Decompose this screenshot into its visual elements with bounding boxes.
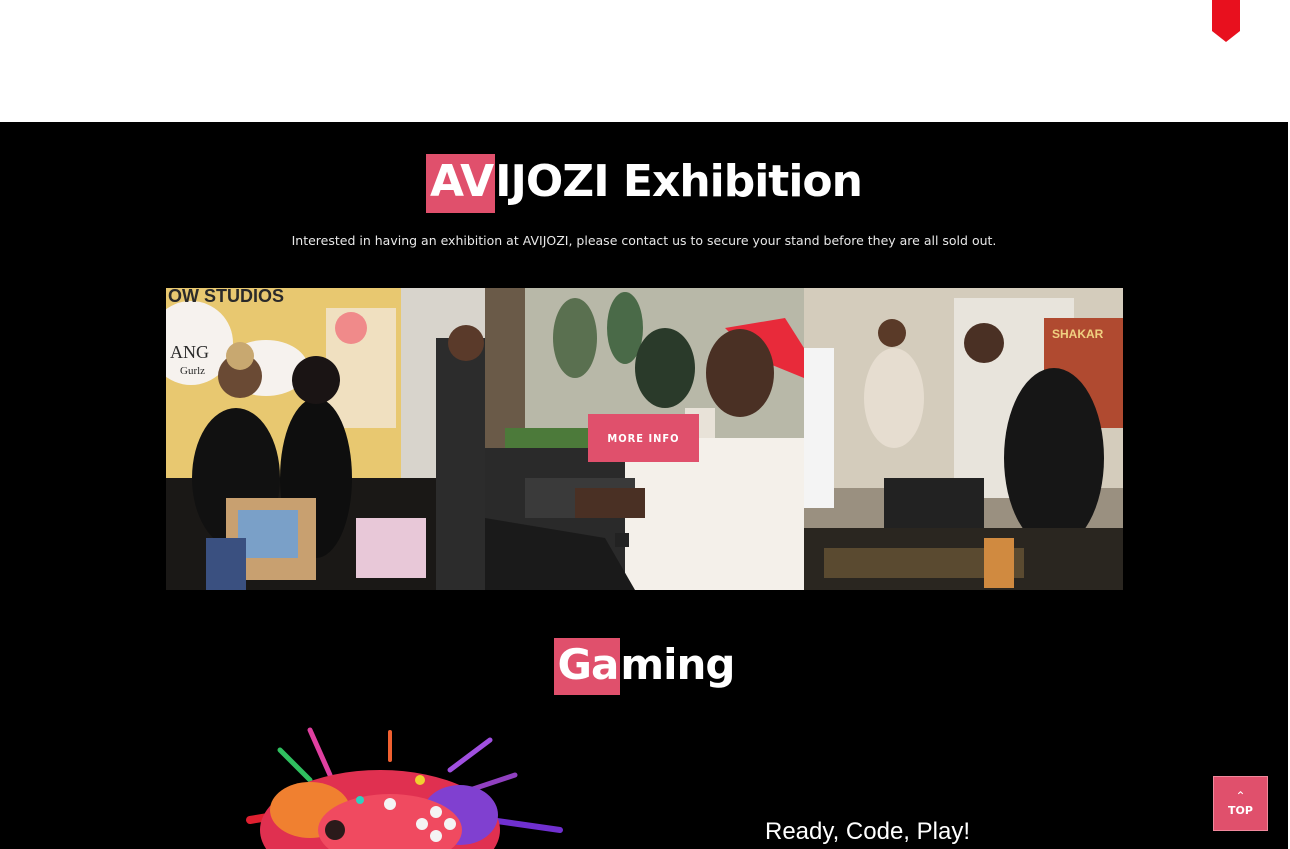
back-to-top-label: TOP [1228,804,1253,817]
gallery-photo-studio-booth[interactable]: OW STUDIOS ANG Gurlz [166,288,485,590]
bookmark-icon[interactable] [1212,0,1240,42]
exhibition-title: AVIJOZI Exhibition [0,154,1288,213]
exhibition-intro: Interested in having an exhibition at AV… [291,233,997,248]
gallery-photo-vendor-table[interactable]: SHAKAR [804,288,1123,590]
exhibition-title-highlight: AV [426,154,496,213]
gaming-title-rest: ming [620,640,735,689]
back-to-top-button[interactable]: ⌃ TOP [1213,776,1268,831]
gaming-title-highlight: Ga [553,638,621,695]
booth-sign-text: OW STUDIOS [168,288,284,306]
gaming-controller-splash-image [246,727,563,849]
gaming-title: Gaming [0,638,1288,695]
site-header [0,0,1290,122]
exhibition-title-rest: IJOZI Exhibition [495,156,863,207]
gaming-tagline: Ready, Code, Play! [765,818,970,845]
chevron-up-icon: ⌃ [1235,789,1246,803]
booth-board-text: ANG [170,342,209,362]
poster-text: SHAKAR [1052,327,1104,341]
more-info-button[interactable]: MORE INFO [588,414,699,462]
main-content: AVIJOZI Exhibition Interested in having … [0,122,1288,849]
booth-board-subtext: Gurlz [180,365,205,377]
